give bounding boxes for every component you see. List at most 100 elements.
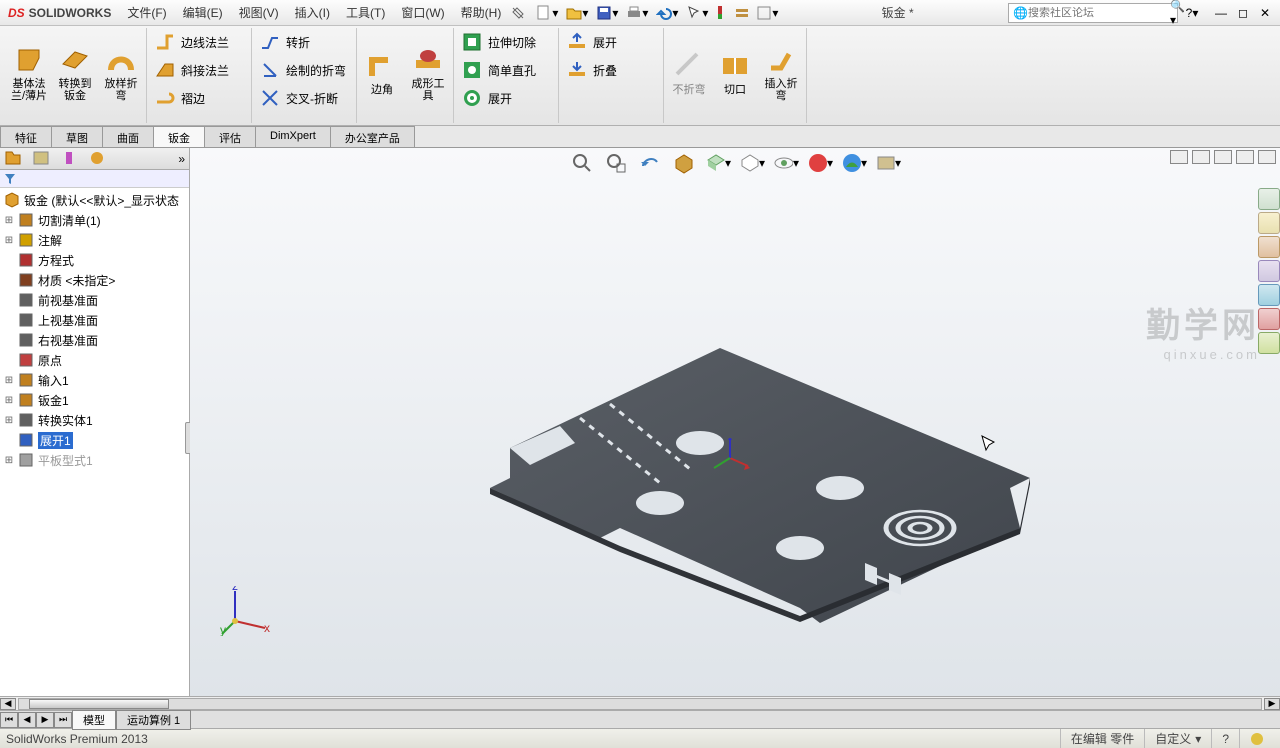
hide-show-icon[interactable]: ▾ (773, 150, 799, 176)
tree-item-11[interactable]: 展开1 (0, 430, 189, 450)
tab-dimxpert[interactable]: DimXpert (255, 126, 331, 147)
tree-item-9[interactable]: ⊞钣金1 (0, 390, 189, 410)
zoom-fit-icon[interactable] (569, 150, 595, 176)
help-icon[interactable]: ?▾ (1178, 4, 1206, 22)
view-orientation-icon[interactable]: ▾ (705, 150, 731, 176)
menu-tools[interactable]: 工具(T) (338, 0, 393, 25)
propertymanager-tab-icon[interactable] (32, 150, 52, 168)
taskpane-library-icon[interactable] (1258, 212, 1280, 234)
forming-tool-button[interactable]: 成形工具 (407, 28, 449, 118)
tree-item-2[interactable]: 方程式 (0, 250, 189, 270)
save-icon[interactable]: ▾ (593, 4, 621, 22)
rip-button[interactable]: 切口 (714, 28, 756, 118)
tree-item-8[interactable]: ⊞输入1 (0, 370, 189, 390)
tree-item-3[interactable]: 材质 <未指定> (0, 270, 189, 290)
tree-item-7[interactable]: 原点 (0, 350, 189, 370)
convert-sheetmetal-button[interactable]: 转换到钣金 (54, 28, 96, 118)
fold-button[interactable]: 折叠 (563, 56, 659, 84)
corner-button[interactable]: 边角 (361, 28, 403, 118)
tree-item-5[interactable]: 上视基准面 (0, 310, 189, 330)
tree-item-4[interactable]: 前视基准面 (0, 290, 189, 310)
tree-item-12[interactable]: ⊞平板型式1 (0, 450, 189, 470)
vp-max-icon[interactable] (1236, 150, 1254, 164)
graphics-viewport[interactable]: ▾ ▾ ▾ ▾ ▾ ▾ 勤学网 qinxue.com (190, 148, 1280, 696)
taskpane-appearance-icon[interactable] (1258, 284, 1280, 306)
vent-button[interactable]: 展开 (458, 84, 554, 112)
scroll-track[interactable] (18, 698, 1262, 710)
search-input[interactable] (1028, 7, 1170, 19)
vp-link-icon[interactable] (1214, 150, 1232, 164)
tree-expander[interactable]: ⊞ (4, 215, 14, 226)
options-icon[interactable] (733, 4, 751, 22)
tab-features[interactable]: 特征 (0, 126, 52, 147)
configmanager-tab-icon[interactable] (60, 150, 80, 168)
tree-item-10[interactable]: ⊞转换实体1 (0, 410, 189, 430)
lofted-bend-button[interactable]: 放样折弯 (100, 28, 142, 118)
status-custom[interactable]: 自定义 ▾ (1144, 729, 1211, 748)
sketched-bend-button[interactable]: 绘制的折弯 (256, 56, 352, 84)
status-help-icon[interactable]: ? (1211, 729, 1239, 748)
tree-expander[interactable]: ⊞ (4, 455, 14, 466)
prev-view-icon[interactable] (637, 150, 663, 176)
tree-root[interactable]: 钣金 (默认<<默认>_显示状态 (0, 190, 189, 210)
vp-dual-icon[interactable] (1192, 150, 1210, 164)
tab-sketch[interactable]: 草图 (51, 126, 103, 147)
vp-single-icon[interactable] (1170, 150, 1188, 164)
miter-flange-button[interactable]: 斜接法兰 (151, 56, 247, 84)
open-doc-icon[interactable]: ▾ (563, 4, 591, 22)
close-icon[interactable]: ✕ (1256, 4, 1274, 22)
simple-hole-button[interactable]: 简单直孔 (458, 56, 554, 84)
select-icon[interactable]: ▾ (683, 4, 711, 22)
taskpane-forum-icon[interactable] (1258, 332, 1280, 354)
new-doc-icon[interactable]: ▾ (533, 4, 561, 22)
expand-panel-icon[interactable]: » (178, 152, 185, 166)
tree-expander[interactable]: ⊞ (4, 375, 14, 386)
menu-insert[interactable]: 插入(I) (287, 0, 338, 25)
tree-expander[interactable]: ⊞ (4, 395, 14, 406)
base-flange-button[interactable]: 基体法兰/薄片 (8, 28, 50, 118)
tree-expander[interactable]: ⊞ (4, 415, 14, 426)
tab-surface[interactable]: 曲面 (102, 126, 154, 147)
insert-bends-button[interactable]: 插入折弯 (760, 28, 802, 118)
appearance-icon[interactable]: ▾ (807, 150, 833, 176)
taskpane-view-icon[interactable] (1258, 260, 1280, 282)
tree-item-1[interactable]: ⊞注解 (0, 230, 189, 250)
print-icon[interactable]: ▾ (623, 4, 651, 22)
tree-expander[interactable]: ⊞ (4, 235, 14, 246)
settings-dd-icon[interactable]: ▾ (753, 4, 781, 22)
view-settings-icon[interactable]: ▾ (875, 150, 901, 176)
featuremanager-tab-icon[interactable] (4, 150, 24, 168)
tree-item-6[interactable]: 右视基准面 (0, 330, 189, 350)
status-rebuild-icon[interactable] (1239, 729, 1274, 748)
tree-item-0[interactable]: ⊞切割清单(1) (0, 210, 189, 230)
unfold-button[interactable]: 展开 (563, 28, 659, 56)
scene-icon[interactable]: ▾ (841, 150, 867, 176)
extruded-cut-button[interactable]: 拉伸切除 (458, 28, 554, 56)
menu-file[interactable]: 文件(F) (119, 0, 174, 25)
taskpane-custom-icon[interactable] (1258, 308, 1280, 330)
menu-window[interactable]: 窗口(W) (393, 0, 452, 25)
pin-icon[interactable] (509, 4, 527, 22)
tab-sheetmetal[interactable]: 钣金 (153, 126, 205, 147)
zoom-area-icon[interactable] (603, 150, 629, 176)
scroll-left-button[interactable]: ◀ (0, 698, 16, 710)
hem-button[interactable]: 褶边 (151, 84, 247, 112)
cross-break-button[interactable]: 交叉-折断 (256, 84, 352, 112)
dimxpert-tab-icon[interactable] (88, 150, 108, 168)
rebuild-icon[interactable] (713, 4, 731, 22)
maximize-icon[interactable]: ◻ (1234, 4, 1252, 22)
taskpane-explorer-icon[interactable] (1258, 236, 1280, 258)
menu-help[interactable]: 帮助(H) (453, 0, 510, 25)
tab-evaluate[interactable]: 评估 (204, 126, 256, 147)
display-style-icon[interactable]: ▾ (739, 150, 765, 176)
tree-filter[interactable] (0, 170, 189, 188)
tab-office[interactable]: 办公室产品 (330, 126, 415, 147)
section-view-icon[interactable] (671, 150, 697, 176)
scroll-right-button[interactable]: ▶ (1264, 698, 1280, 710)
jog-button[interactable]: 转折 (256, 28, 352, 56)
edge-flange-button[interactable]: 边线法兰 (151, 28, 247, 56)
menu-edit[interactable]: 编辑(E) (175, 0, 231, 25)
scroll-thumb[interactable] (29, 699, 169, 709)
undo-icon[interactable]: ▾ (653, 4, 681, 22)
taskpane-resources-icon[interactable] (1258, 188, 1280, 210)
